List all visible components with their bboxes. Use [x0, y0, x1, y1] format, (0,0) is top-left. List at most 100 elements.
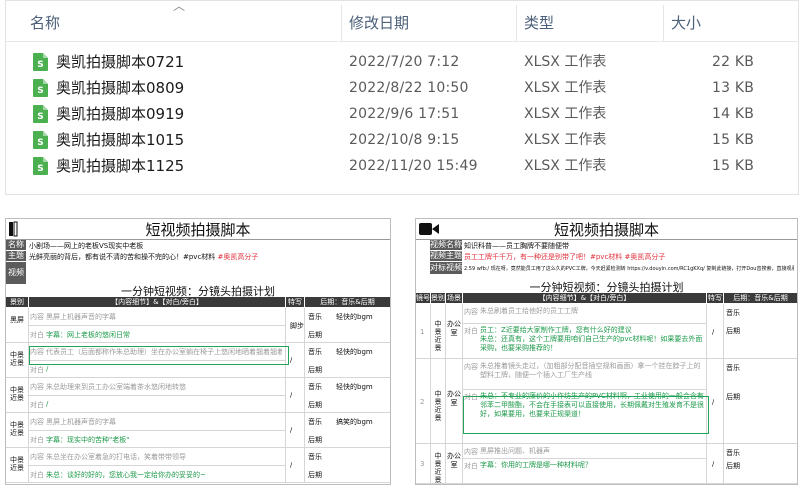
file-row[interactable]: S 奥凯拍摄脚本1015 2022/10/8 9:15 XLSX 工作表 15 KB	[6, 127, 798, 153]
selected-cell[interactable]	[29, 346, 289, 365]
file-row[interactable]: S 奥凯拍摄脚本0919 2022/9/6 17:51 XLSX 工作表 14 KB	[6, 101, 798, 127]
technique-cell[interactable]: /	[290, 426, 292, 434]
row-divider	[416, 483, 797, 484]
music-label: 音乐	[308, 383, 322, 391]
content-cell[interactable]: 黑屏上机器声音的字幕	[46, 417, 282, 427]
meta-label-video: 视频	[6, 262, 26, 284]
file-name[interactable]: 奥凯拍摄脚本0721	[56, 49, 184, 75]
column-divider[interactable]	[516, 5, 517, 41]
file-row[interactable]: S 奥凯拍摄脚本0721 2022/7/20 7:12 XLSX 工作表 22 KB	[6, 49, 798, 75]
place-cell[interactable]: 办公室	[447, 320, 461, 338]
content-label: 内容	[464, 363, 478, 371]
file-row[interactable]: S 奥凯拍摄脚本0809 2022/8/22 10:50 XLSX 工作表 13 KB	[6, 75, 798, 101]
col-divider	[304, 378, 305, 413]
technique-cell[interactable]: /	[712, 398, 714, 406]
scene-cell[interactable]: 中景近景	[8, 351, 26, 367]
meta-label-theme: 主题	[6, 251, 26, 261]
header-content: 【内容细节】&【对白/旁白】	[463, 293, 706, 303]
dialog-label: 对白	[30, 436, 44, 444]
file-modified: 2022/9/6 17:51	[349, 106, 460, 122]
excel-file-icon: S	[33, 53, 48, 71]
file-size: 13 KB	[712, 80, 755, 96]
file-type: XLSX 工作表	[524, 80, 607, 96]
col-divider	[430, 304, 431, 359]
technique-cell[interactable]: /	[290, 461, 292, 469]
music-value[interactable]: 搞笑的bgm	[336, 417, 373, 427]
shot-number[interactable]: 2	[420, 398, 424, 406]
file-name[interactable]: 奥凯拍摄脚本1015	[56, 127, 184, 153]
column-divider[interactable]	[341, 5, 342, 41]
technique-cell[interactable]: /	[712, 328, 714, 336]
scene-cell[interactable]: 中景近景	[432, 320, 444, 352]
col-divider	[285, 308, 286, 343]
script-preview-right: 短视频拍摄脚本 视频名称 知识科普——员工胸牌不要随便带 视频主题 员工工牌千千…	[415, 218, 798, 485]
excel-icon-letter: S	[37, 60, 43, 70]
content-label: 内容	[30, 453, 44, 461]
dialog-cell[interactable]: 字幕：网上老板的悠闲日常	[46, 330, 282, 340]
column-header-name[interactable]: 名称	[30, 1, 60, 41]
music-value[interactable]: 轻快的bgm	[336, 312, 373, 322]
file-size: 15 KB	[712, 158, 755, 174]
scene-cell[interactable]: 中景近景	[8, 456, 26, 472]
column-header-size[interactable]: 大小	[671, 1, 701, 41]
column-header-modified[interactable]: 修改日期	[349, 1, 409, 41]
scene-cell[interactable]: 中景近景	[432, 452, 444, 484]
selected-cell[interactable]	[463, 396, 709, 434]
col-divider	[723, 304, 724, 359]
music-label: 音乐	[726, 449, 740, 457]
scene-cell[interactable]: 黑屏	[8, 316, 26, 324]
file-name[interactable]: 奥凯拍摄脚本0919	[56, 101, 184, 127]
col-divider	[430, 444, 431, 484]
content-cell[interactable]: 朱总刷着员工给他好的员工工牌	[480, 307, 704, 316]
row-subdivider	[463, 389, 706, 390]
shot-number[interactable]: 1	[420, 328, 424, 336]
shot-number[interactable]: 3	[420, 460, 424, 468]
dialog-cell[interactable]: 员工：Z近要给大家制作工牌，您有什么好的建议 朱总：还真有，这个工牌要用咱们自己…	[480, 326, 704, 353]
column-divider[interactable]	[663, 5, 664, 41]
dialog-cell[interactable]: 字幕：现实中的苦种"老板"	[46, 435, 282, 445]
row-subdivider	[463, 323, 706, 324]
technique-cell[interactable]: /	[290, 391, 292, 399]
header-post: 后期：音乐&后期	[724, 293, 797, 303]
music-label: 音乐	[308, 453, 322, 461]
place-cell[interactable]: 办公室	[447, 390, 461, 408]
scene-cell[interactable]: 中景近景	[8, 386, 26, 402]
technique-cell[interactable]: 脚步	[290, 321, 304, 331]
technique-cell[interactable]: /	[290, 356, 292, 364]
music-label: 音乐	[726, 309, 740, 317]
dialog-cell[interactable]: 朱总：谈好的好的，您放心我一定给你办的妥妥的~	[46, 470, 282, 480]
dialog-cell[interactable]: 字幕：你用的工牌是哪一种材料呢？	[480, 461, 704, 470]
col-divider	[462, 444, 463, 484]
dialog-cell[interactable]: /	[46, 365, 282, 373]
column-header-type[interactable]: 类型	[524, 1, 554, 41]
file-row[interactable]: S 奥凯拍摄脚本1125 2022/11/20 15:49 XLSX 工作表 15 KB	[6, 153, 798, 179]
col-divider	[285, 448, 286, 483]
post-label: 后期	[726, 393, 740, 401]
theme-tag: #奥凯高分子	[624, 253, 666, 261]
post-label: 后期	[308, 366, 322, 374]
place-cell[interactable]: 办公室	[447, 452, 461, 470]
header-technique: 特写	[286, 297, 304, 307]
sort-ascending-icon[interactable]: ︿	[172, 1, 186, 13]
meta-value-theme: 光鲜亮丽的背后，都有说不清的苦和操不完的心！#pvc材料 #奥凯高分子	[29, 252, 389, 262]
video-camera-icon	[9, 221, 18, 237]
scene-cell[interactable]: 中景近景	[432, 390, 444, 422]
file-name[interactable]: 奥凯拍摄脚本0809	[56, 75, 184, 101]
content-cell[interactable]: 朱总推着镜头走过，（加粗部分配音插空规和画面）拿一个挂在脖子上的塑料工牌，随便一…	[480, 362, 704, 380]
content-cell[interactable]: 黑屏推出问题、机器声	[480, 447, 704, 456]
scene-cell[interactable]: 中景近景	[8, 421, 26, 437]
dialog-cell[interactable]: /	[46, 400, 282, 408]
row-subdivider	[29, 465, 285, 466]
col-divider	[706, 444, 707, 484]
col-divider	[462, 304, 463, 359]
file-name[interactable]: 奥凯拍摄脚本1125	[56, 153, 184, 179]
excel-file-icon: S	[33, 131, 48, 149]
file-modified: 2022/10/8 9:15	[349, 132, 460, 148]
technique-cell[interactable]: /	[712, 460, 714, 468]
document-title: 短视频拍摄脚本	[6, 219, 390, 240]
music-value[interactable]: 轻快的bgm	[336, 382, 373, 392]
music-value[interactable]: 轻快的bgm	[336, 347, 373, 357]
content-cell[interactable]: 朱总助理来到员工办公室端着茶水悠闲地转悠	[46, 382, 282, 392]
content-cell[interactable]: 黑屏上机器声音的字幕	[46, 312, 282, 322]
content-cell[interactable]: 朱总坐在办公室着急的打电话，笑着带带领导	[46, 452, 282, 462]
